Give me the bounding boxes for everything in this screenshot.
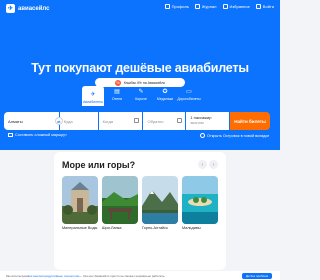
heart-icon <box>222 4 228 9</box>
profile-icon <box>164 4 170 9</box>
nav-journal-label: Журнал <box>201 4 217 9</box>
nav-login-label: Войти <box>262 4 274 9</box>
tab-tickets-label: Дорогобилеты <box>177 97 201 101</box>
tab-flights-label: Авиабилеты <box>82 100 104 104</box>
short-icon: ✎ <box>138 89 144 95</box>
cashback-icon: % <box>114 79 121 86</box>
tab-short[interactable]: ✎ Короче <box>130 86 152 103</box>
category-tabs: ✈ Авиабилеты ▤ Отели ✎ Короче ✪ Медальки… <box>82 86 201 106</box>
hotel-icon: ▤ <box>114 89 120 95</box>
destination-card[interactable]: Мальдивы <box>182 176 218 231</box>
top-nav: Профиль Журнал Избранное Войти <box>164 4 274 9</box>
cookie-accept-button[interactable]: Да без проблем <box>242 272 272 279</box>
nav-favorites-label: Избранное <box>229 4 250 9</box>
page-title: Тут покупают дешёвые авиабилеты <box>31 61 249 75</box>
journal-icon <box>194 4 200 9</box>
destination-card[interactable]: Горно-Алтайск <box>142 176 178 231</box>
chevron-left-icon[interactable]: ‹ <box>198 160 207 169</box>
tab-medals[interactable]: ✪ Медальки <box>154 86 176 103</box>
compose-route-link[interactable]: Составить сложный маршрут <box>8 133 67 137</box>
return-placeholder: Обратно <box>147 118 164 124</box>
tab-hotels[interactable]: ▤ Отели <box>106 86 128 103</box>
calendar-icon <box>134 118 140 123</box>
destination-card[interactable]: Минеральные Воды <box>62 176 98 231</box>
destination-name: Шри-Ланка <box>102 226 122 230</box>
medal-icon: ✪ <box>162 89 168 95</box>
chevron-right-icon[interactable]: › <box>209 160 218 169</box>
logo-icon: ✈ <box>6 4 15 13</box>
origin-value: Алматы <box>8 118 23 124</box>
destination-name: Минеральные Воды <box>62 226 98 230</box>
destination-image <box>102 176 138 224</box>
nav-favorites[interactable]: Избранное <box>222 4 250 9</box>
carousel-controls: ‹ › <box>198 160 218 169</box>
nav-journal[interactable]: Журнал <box>194 4 217 9</box>
destination-image <box>182 176 218 224</box>
tab-hotels-label: Отели <box>111 97 123 101</box>
ticket-icon: ▭ <box>186 89 192 95</box>
route-icon <box>8 133 13 137</box>
passengers-class: эконом <box>190 120 204 125</box>
promo-title: Море или горы? <box>62 160 136 170</box>
destination-name: Горно-Алтайск <box>142 226 168 230</box>
tab-flights[interactable]: ✈ Авиабилеты <box>82 86 104 106</box>
tab-tickets[interactable]: ▭ Дорогобилеты <box>177 86 201 103</box>
depart-placeholder: Когда <box>102 118 114 124</box>
checkbox-icon <box>200 133 205 138</box>
open-booking-toggle[interactable]: Открыть Островок в новой вкладке <box>200 133 269 138</box>
swap-icon[interactable]: ⇄ <box>54 117 63 125</box>
compose-route-label: Составить сложный маршрут <box>15 133 67 137</box>
nav-profile[interactable]: Профиль <box>164 4 189 9</box>
brand-name: авиасейлс <box>18 5 50 12</box>
origin-field[interactable]: Алматы ⇄ <box>4 112 63 130</box>
destination-list: Минеральные Воды Шри-Ланка Горно-Алтайск… <box>62 176 218 231</box>
nav-profile-label: Профиль <box>171 4 189 9</box>
destination-field[interactable]: Куда <box>59 112 98 130</box>
cookie-text-suffix: — без них Авиасейлс просто не сможет нор… <box>79 273 166 278</box>
hero-banner: ✈ авиасейлс Профиль Журнал Избранное Вой… <box>0 0 280 150</box>
destination-image <box>62 176 98 224</box>
login-icon <box>255 4 261 9</box>
passengers-field[interactable]: 1 пассажир эконом <box>186 112 230 130</box>
return-date-field[interactable]: Обратно <box>143 112 186 130</box>
cookie-text-prefix: Мы используем <box>6 273 28 278</box>
tab-short-label: Короче <box>135 97 147 101</box>
search-form: Алматы ⇄ Куда Когда Обратно 1 пассажир э… <box>4 112 270 130</box>
logo[interactable]: ✈ авиасейлс <box>6 4 49 13</box>
destination-card[interactable]: Шри-Ланка <box>102 176 138 231</box>
cashback-label: Кэшбэк 4% на Авиасейлс <box>123 80 166 85</box>
find-tickets-button[interactable]: Найти билеты <box>230 112 270 130</box>
destination-image <box>142 176 178 224</box>
promo-card: Море или горы? ‹ › Минеральные Воды Шри-… <box>54 152 226 270</box>
cookie-link[interactable]: все высокопродуктивные технологии <box>28 274 80 278</box>
cookie-banner: Мы используем все высокопродуктивные тех… <box>0 271 280 280</box>
tab-medals-label: Медальки <box>156 97 174 101</box>
depart-date-field[interactable]: Когда <box>98 112 143 130</box>
booking-label: Открыть Островок в новой вкладке <box>207 133 270 138</box>
plane-icon: ✈ <box>90 92 96 98</box>
destination-name: Мальдивы <box>182 226 201 230</box>
calendar-icon <box>177 118 183 123</box>
destination-placeholder: Куда <box>63 118 73 124</box>
nav-login[interactable]: Войти <box>255 4 274 9</box>
